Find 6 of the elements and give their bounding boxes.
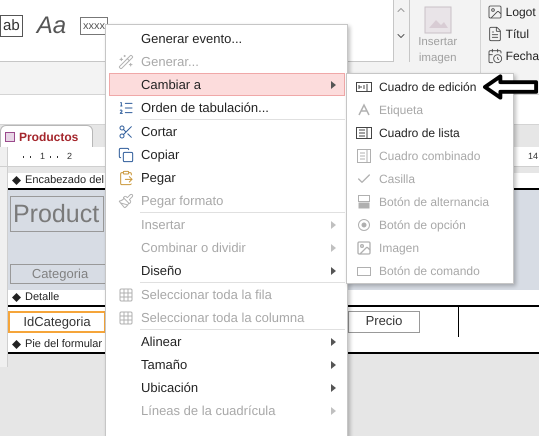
ruler-number: 14 — [528, 150, 538, 163]
ruler-number: 2 — [67, 150, 72, 163]
section-label: Encabezado del — [25, 173, 104, 188]
section-label: Detalle — [25, 290, 60, 306]
ruler-number: 1 — [40, 150, 46, 163]
section-label: Pie del formular — [25, 337, 102, 352]
